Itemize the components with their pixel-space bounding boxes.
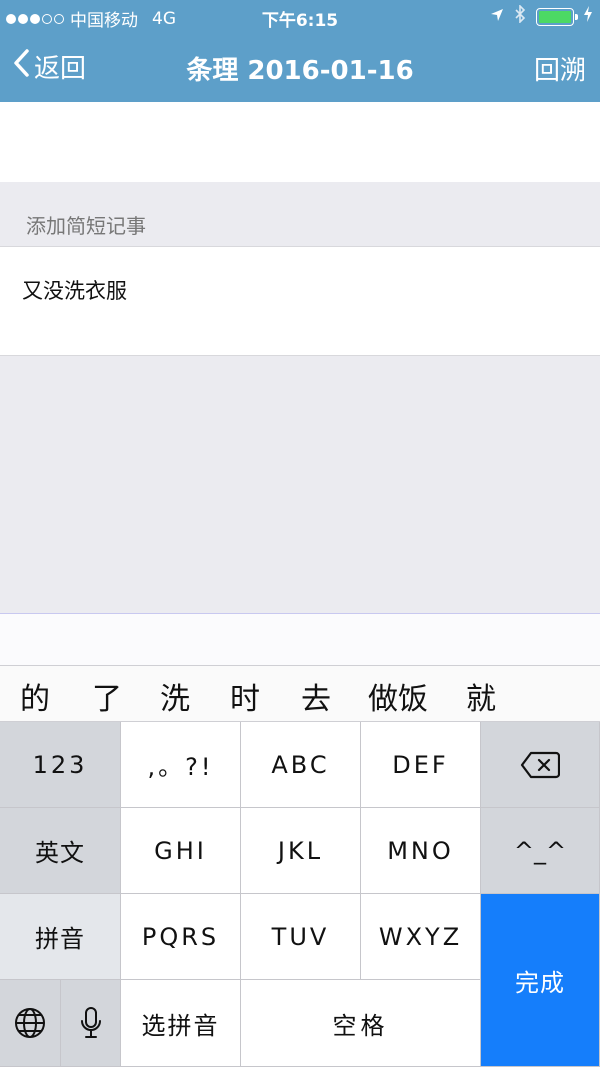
bluetooth-icon — [514, 4, 526, 28]
status-bar: 中国移动 4G 下午6:15 — [0, 0, 600, 34]
note-text: 又没洗衣服 — [22, 279, 127, 303]
pqrs-key[interactable]: PQRS — [121, 894, 241, 980]
trace-back-button[interactable]: 回溯 — [534, 50, 586, 87]
keyboard: 123 ,。?! ABC DEF 英文 GHI JKL MNO ^_^ 拼音 P… — [0, 722, 600, 1067]
candidate-word[interactable]: 就 — [466, 674, 496, 718]
page-title: 条理 2016-01-16 — [186, 56, 414, 86]
candidate-word[interactable]: 洗 — [160, 674, 190, 718]
candidate-word[interactable]: 去 — [301, 674, 331, 718]
delete-key[interactable] — [481, 722, 600, 808]
navigation-bar: 返回 条理 2016-01-16 回溯 — [0, 34, 600, 102]
candidate-bar: 的 了 洗 时 去 做饭 就 — [0, 665, 600, 722]
punctuation-key[interactable]: ,。?! — [121, 722, 241, 808]
english-key[interactable]: 英文 — [0, 808, 121, 894]
jkl-key[interactable]: JKL — [241, 808, 361, 894]
tuv-key[interactable]: TUV — [241, 894, 361, 980]
charging-icon — [584, 6, 592, 27]
wxyz-key[interactable]: WXYZ — [361, 894, 481, 980]
note-cell[interactable]: 又没洗衣服 — [0, 246, 600, 356]
backspace-icon — [520, 751, 560, 779]
candidate-word[interactable]: 做饭 — [368, 674, 428, 718]
battery-icon — [536, 7, 578, 26]
mno-key[interactable]: MNO — [361, 808, 481, 894]
text-input-area[interactable] — [0, 613, 600, 665]
microphone-icon — [79, 1006, 103, 1040]
select-pinyin-key[interactable]: 选拼音 — [121, 980, 241, 1067]
candidate-word[interactable]: 了 — [92, 674, 122, 718]
microphone-key[interactable] — [61, 980, 121, 1067]
globe-icon — [14, 1007, 46, 1039]
candidate-word[interactable]: 的 — [20, 674, 50, 718]
abc-key[interactable]: ABC — [241, 722, 361, 808]
candidate-word[interactable]: 时 — [230, 674, 260, 718]
pinyin-key[interactable]: 拼音 — [0, 894, 121, 980]
ghi-key[interactable]: GHI — [121, 808, 241, 894]
done-key[interactable]: 完成 — [481, 894, 600, 1067]
section-header: 添加简短记事 — [26, 214, 146, 238]
def-key[interactable]: DEF — [361, 722, 481, 808]
numbers-key[interactable]: 123 — [0, 722, 121, 808]
top-blank-area — [0, 102, 600, 182]
globe-key[interactable] — [0, 980, 61, 1067]
space-key[interactable]: 空格 — [241, 980, 481, 1067]
emoticon-key[interactable]: ^_^ — [481, 808, 600, 894]
location-icon — [490, 7, 504, 27]
